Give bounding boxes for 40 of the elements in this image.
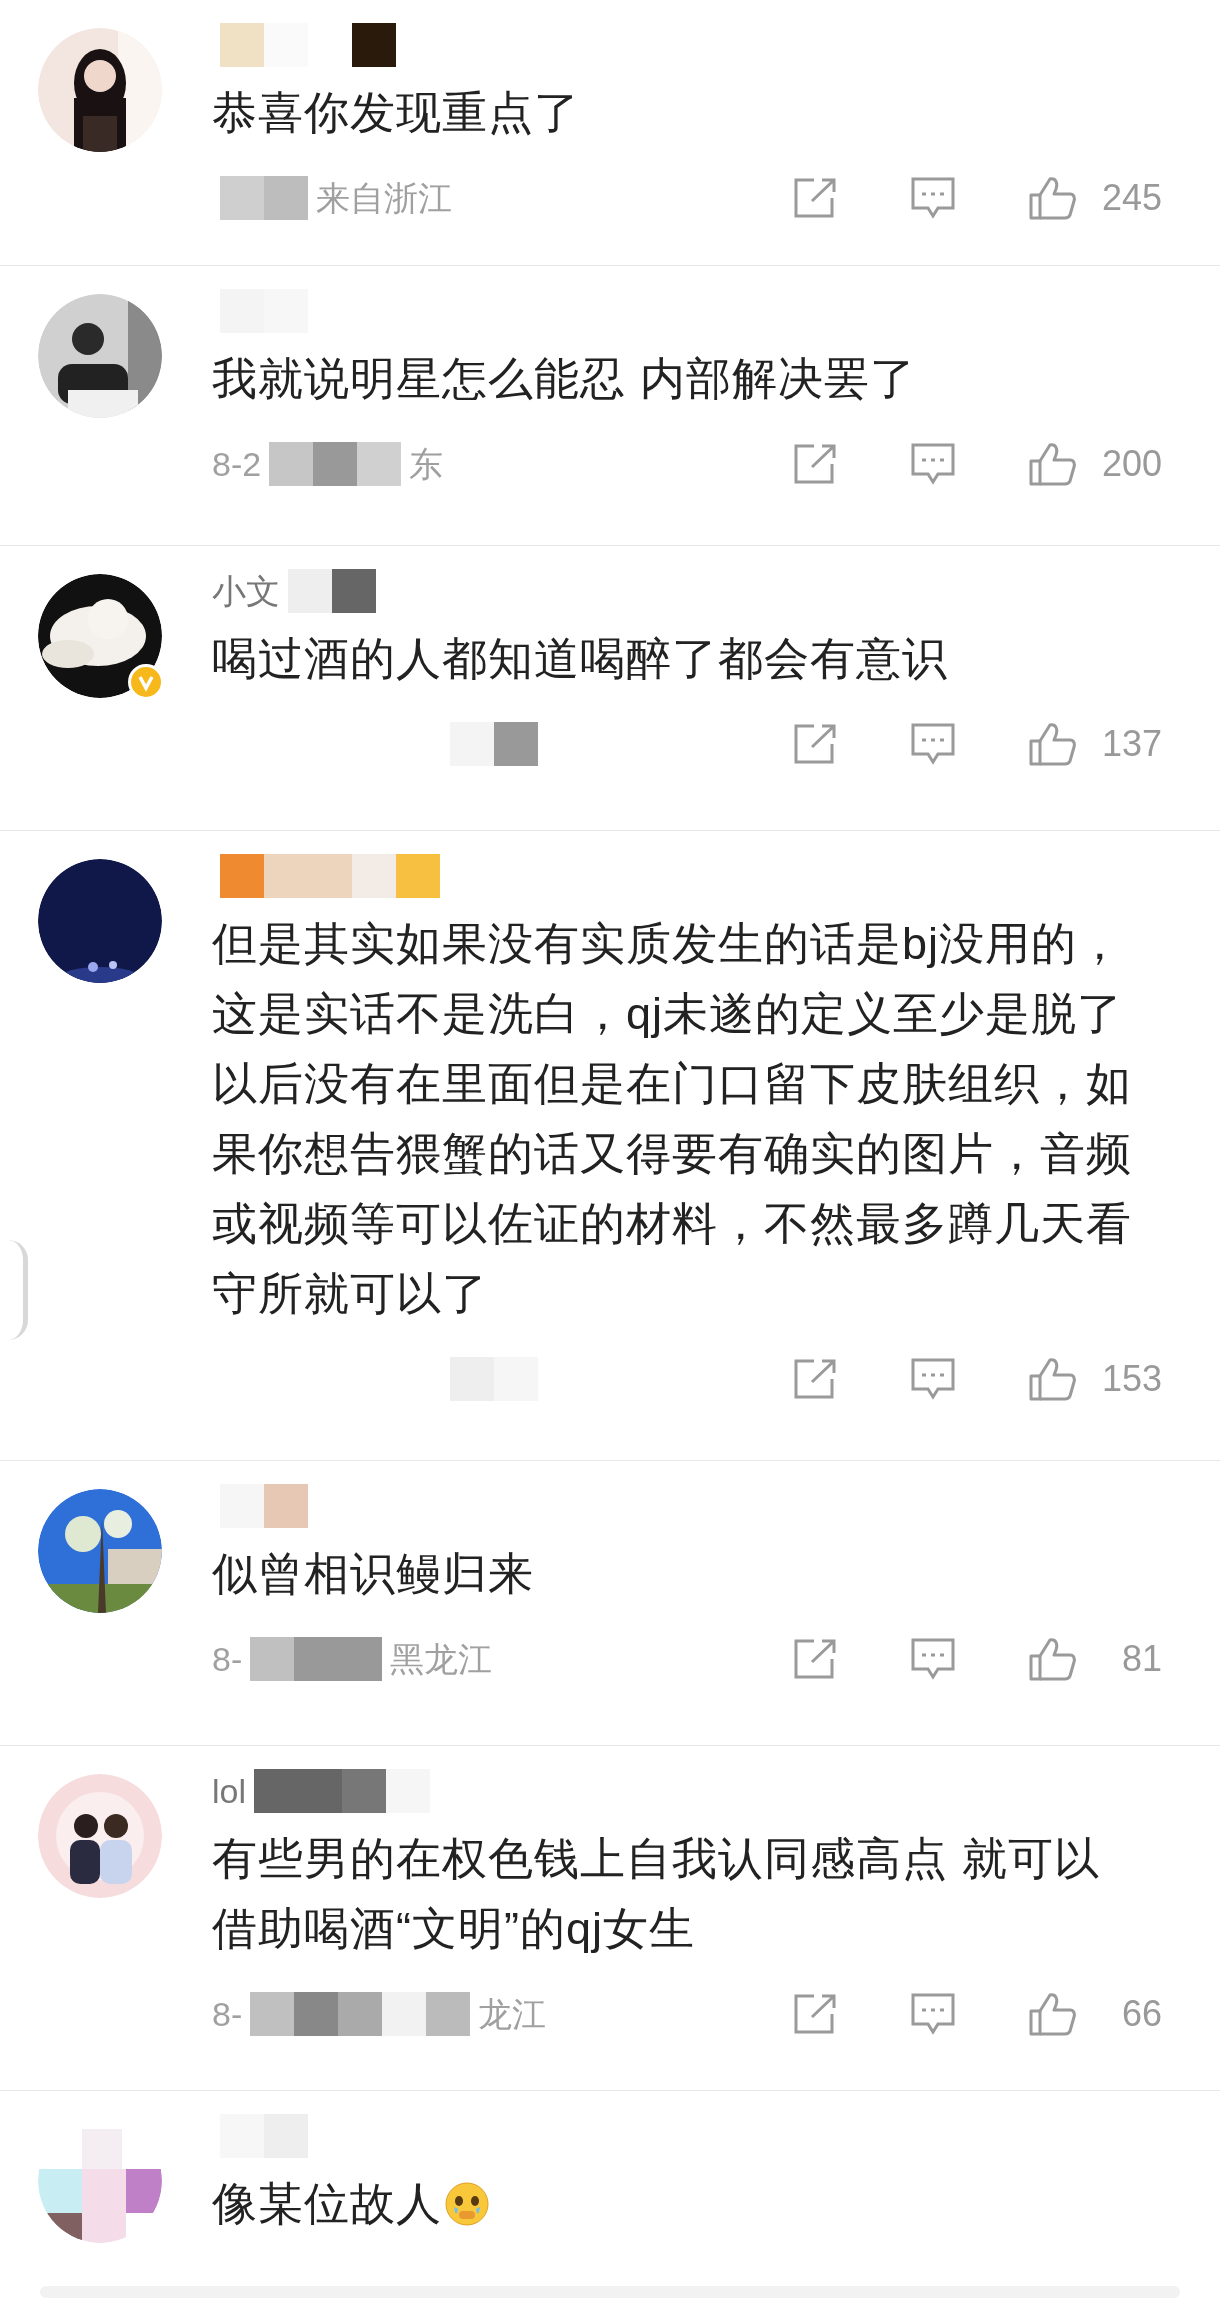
share-icon[interactable] bbox=[792, 1358, 838, 1400]
thumbs-up-icon[interactable] bbox=[1028, 721, 1078, 767]
like-count: 200 bbox=[1100, 442, 1162, 486]
thumbs-up-icon[interactable] bbox=[1028, 175, 1078, 221]
comment-text: 喝过酒的人都知道喝醉了都会有意识 bbox=[212, 632, 948, 686]
comment-text: 似曾相识鳗归来 bbox=[212, 1547, 534, 1601]
thumbs-up-icon[interactable] bbox=[1028, 1356, 1078, 1402]
meta-text: 黑龙江 bbox=[390, 1638, 493, 1680]
comment-icon[interactable] bbox=[910, 1357, 956, 1401]
meta-text: 来自浙江 bbox=[316, 177, 452, 219]
username[interactable]: lol bbox=[212, 1769, 247, 1813]
comment-text: 像某位故人 bbox=[212, 2177, 442, 2231]
comment-icon[interactable] bbox=[910, 176, 956, 220]
meta-text: 8- bbox=[212, 1993, 243, 2035]
meta-text: 8-2 bbox=[212, 443, 262, 485]
thumbs-up-icon[interactable] bbox=[1028, 1636, 1078, 1682]
share-icon[interactable] bbox=[792, 1638, 838, 1680]
meta-text: 龙江 bbox=[478, 1993, 547, 2035]
share-icon[interactable] bbox=[792, 1993, 838, 2035]
thumbs-up-icon[interactable] bbox=[1028, 441, 1078, 487]
thumbs-up-icon[interactable] bbox=[1028, 1991, 1078, 2037]
share-icon[interactable] bbox=[792, 443, 838, 485]
like-count: 245 bbox=[1100, 176, 1162, 220]
comment-icon[interactable] bbox=[910, 1992, 956, 2036]
comment-text: 有些男的在权色钱上自我认同感高点 就可以借助喝酒“文明”的qj女生 bbox=[212, 1832, 1101, 1956]
comment-icon[interactable] bbox=[910, 442, 956, 486]
comment-text: 我就说明星怎么能忍 内部解决罢了 bbox=[212, 352, 916, 406]
share-icon[interactable] bbox=[792, 177, 838, 219]
comment-icon[interactable] bbox=[910, 1637, 956, 1681]
comment-text: 但是其实如果没有实质发生的话是bj没用的，这是实话不是洗白，qj未遂的定义至少是脱了以后没有在里面但是在门口留下皮肤组织，如果你想告猥蟹的话又得要有确实的图片，音频或视频等可以佐证的材料，不然最多蹲几天看守所就可以了 bbox=[212, 917, 1133, 1321]
comment-icon[interactable] bbox=[910, 722, 956, 766]
username[interactable]: 小文 bbox=[212, 569, 280, 613]
like-count: 81 bbox=[1120, 1637, 1162, 1681]
meta-text: 东 bbox=[409, 443, 444, 485]
like-count: 137 bbox=[1100, 722, 1162, 766]
share-icon[interactable] bbox=[792, 723, 838, 765]
comment-text: 恭喜你发现重点了 bbox=[212, 86, 580, 140]
meta-text: 8- bbox=[212, 1638, 243, 1680]
like-count: 66 bbox=[1120, 1992, 1162, 2036]
like-count: 153 bbox=[1100, 1357, 1162, 1401]
